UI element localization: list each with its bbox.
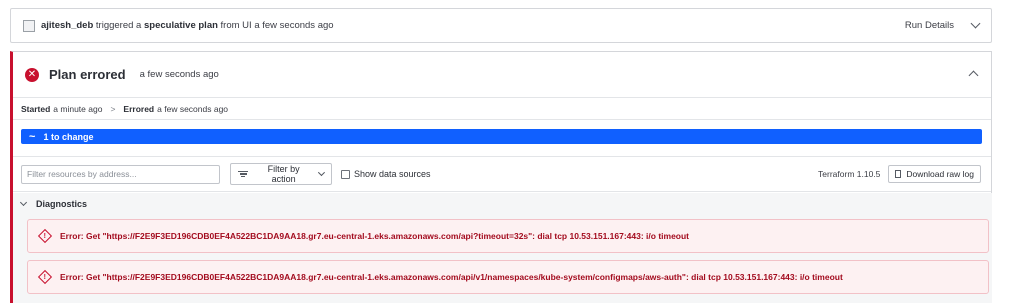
filter-resources-input[interactable] xyxy=(21,164,220,184)
diagnostic-item[interactable]: ! Error: Get "https://F2E9F3ED196CDB0EF4… xyxy=(27,260,989,294)
diagnostic-item[interactable]: ! Error: Get "https://F2E9F3ED196CDB0EF4… xyxy=(27,219,989,253)
chevron-down-icon xyxy=(970,18,981,29)
errored-label: Errored xyxy=(123,103,155,114)
plan-status-title: Plan errored xyxy=(49,67,126,82)
run-trigger-card: ajitesh_deb triggered a speculative plan… xyxy=(10,8,992,43)
show-data-sources-checkbox[interactable]: Show data sources xyxy=(341,169,431,179)
started-value: a minute ago xyxy=(53,103,103,114)
filter-toolbar: Filter by action Show data sources Terra… xyxy=(13,157,991,192)
warning-diamond-icon: ! xyxy=(37,228,53,244)
diagnostics-title: Diagnostics xyxy=(36,199,88,209)
diagnostic-message: Error: Get "https://F2E9F3ED196CDB0EF4A5… xyxy=(60,272,843,282)
download-raw-log-label: Download raw log xyxy=(906,169,974,179)
change-summary: ~ 1 to change xyxy=(13,120,991,157)
diagnostic-message: Error: Get "https://F2E9F3ED196CDB0EF4A5… xyxy=(60,231,690,241)
plan-status-time: a few seconds ago xyxy=(139,69,219,80)
diagnostics-section: Diagnostics ! Error: Get "https://F2E9F3… xyxy=(13,193,992,303)
terraform-version: Terraform 1.10.5 xyxy=(818,169,881,179)
trigger-text: ajitesh_deb triggered a speculative plan… xyxy=(41,20,334,31)
collapse-toggle[interactable] xyxy=(952,66,979,84)
change-bar[interactable]: ~ 1 to change xyxy=(21,129,982,144)
chevron-down-icon xyxy=(318,169,326,176)
errored-value: a few seconds ago xyxy=(157,103,229,114)
plan-timeline: Started a minute ago > Errored a few sec… xyxy=(13,98,991,120)
filter-icon xyxy=(238,170,248,178)
filter-by-action-button[interactable]: Filter by action xyxy=(230,163,332,185)
chevron-up-icon xyxy=(968,70,979,80)
warning-diamond-icon: ! xyxy=(37,269,53,285)
trigger-text-2: from UI a few seconds ago xyxy=(220,20,334,31)
chevron-down-icon xyxy=(19,198,28,207)
trigger-user: ajitesh_deb xyxy=(41,20,94,31)
trigger-plan-type: speculative plan xyxy=(143,20,218,31)
error-circle-icon: ✕ xyxy=(25,67,39,82)
change-symbol: ~ xyxy=(29,130,36,143)
run-details-label: Run Details xyxy=(904,20,954,31)
plan-card: ✕ Plan errored a few seconds ago Started… xyxy=(10,51,992,303)
checkbox-box[interactable] xyxy=(341,169,350,179)
change-label: 1 to change xyxy=(43,131,94,142)
trigger-text-1: triggered a xyxy=(95,20,142,31)
show-data-sources-label: Show data sources xyxy=(354,169,431,179)
download-raw-log-button[interactable]: Download raw log xyxy=(888,165,981,183)
run-details-toggle[interactable]: Run Details xyxy=(904,18,981,31)
diagnostics-toggle[interactable]: Diagnostics xyxy=(13,193,992,215)
started-label: Started xyxy=(21,103,51,114)
timeline-separator: > xyxy=(110,103,116,114)
document-icon xyxy=(895,170,902,178)
filter-by-action-label: Filter by action xyxy=(267,164,300,184)
plan-header[interactable]: ✕ Plan errored a few seconds ago xyxy=(13,52,991,98)
avatar xyxy=(23,19,35,32)
